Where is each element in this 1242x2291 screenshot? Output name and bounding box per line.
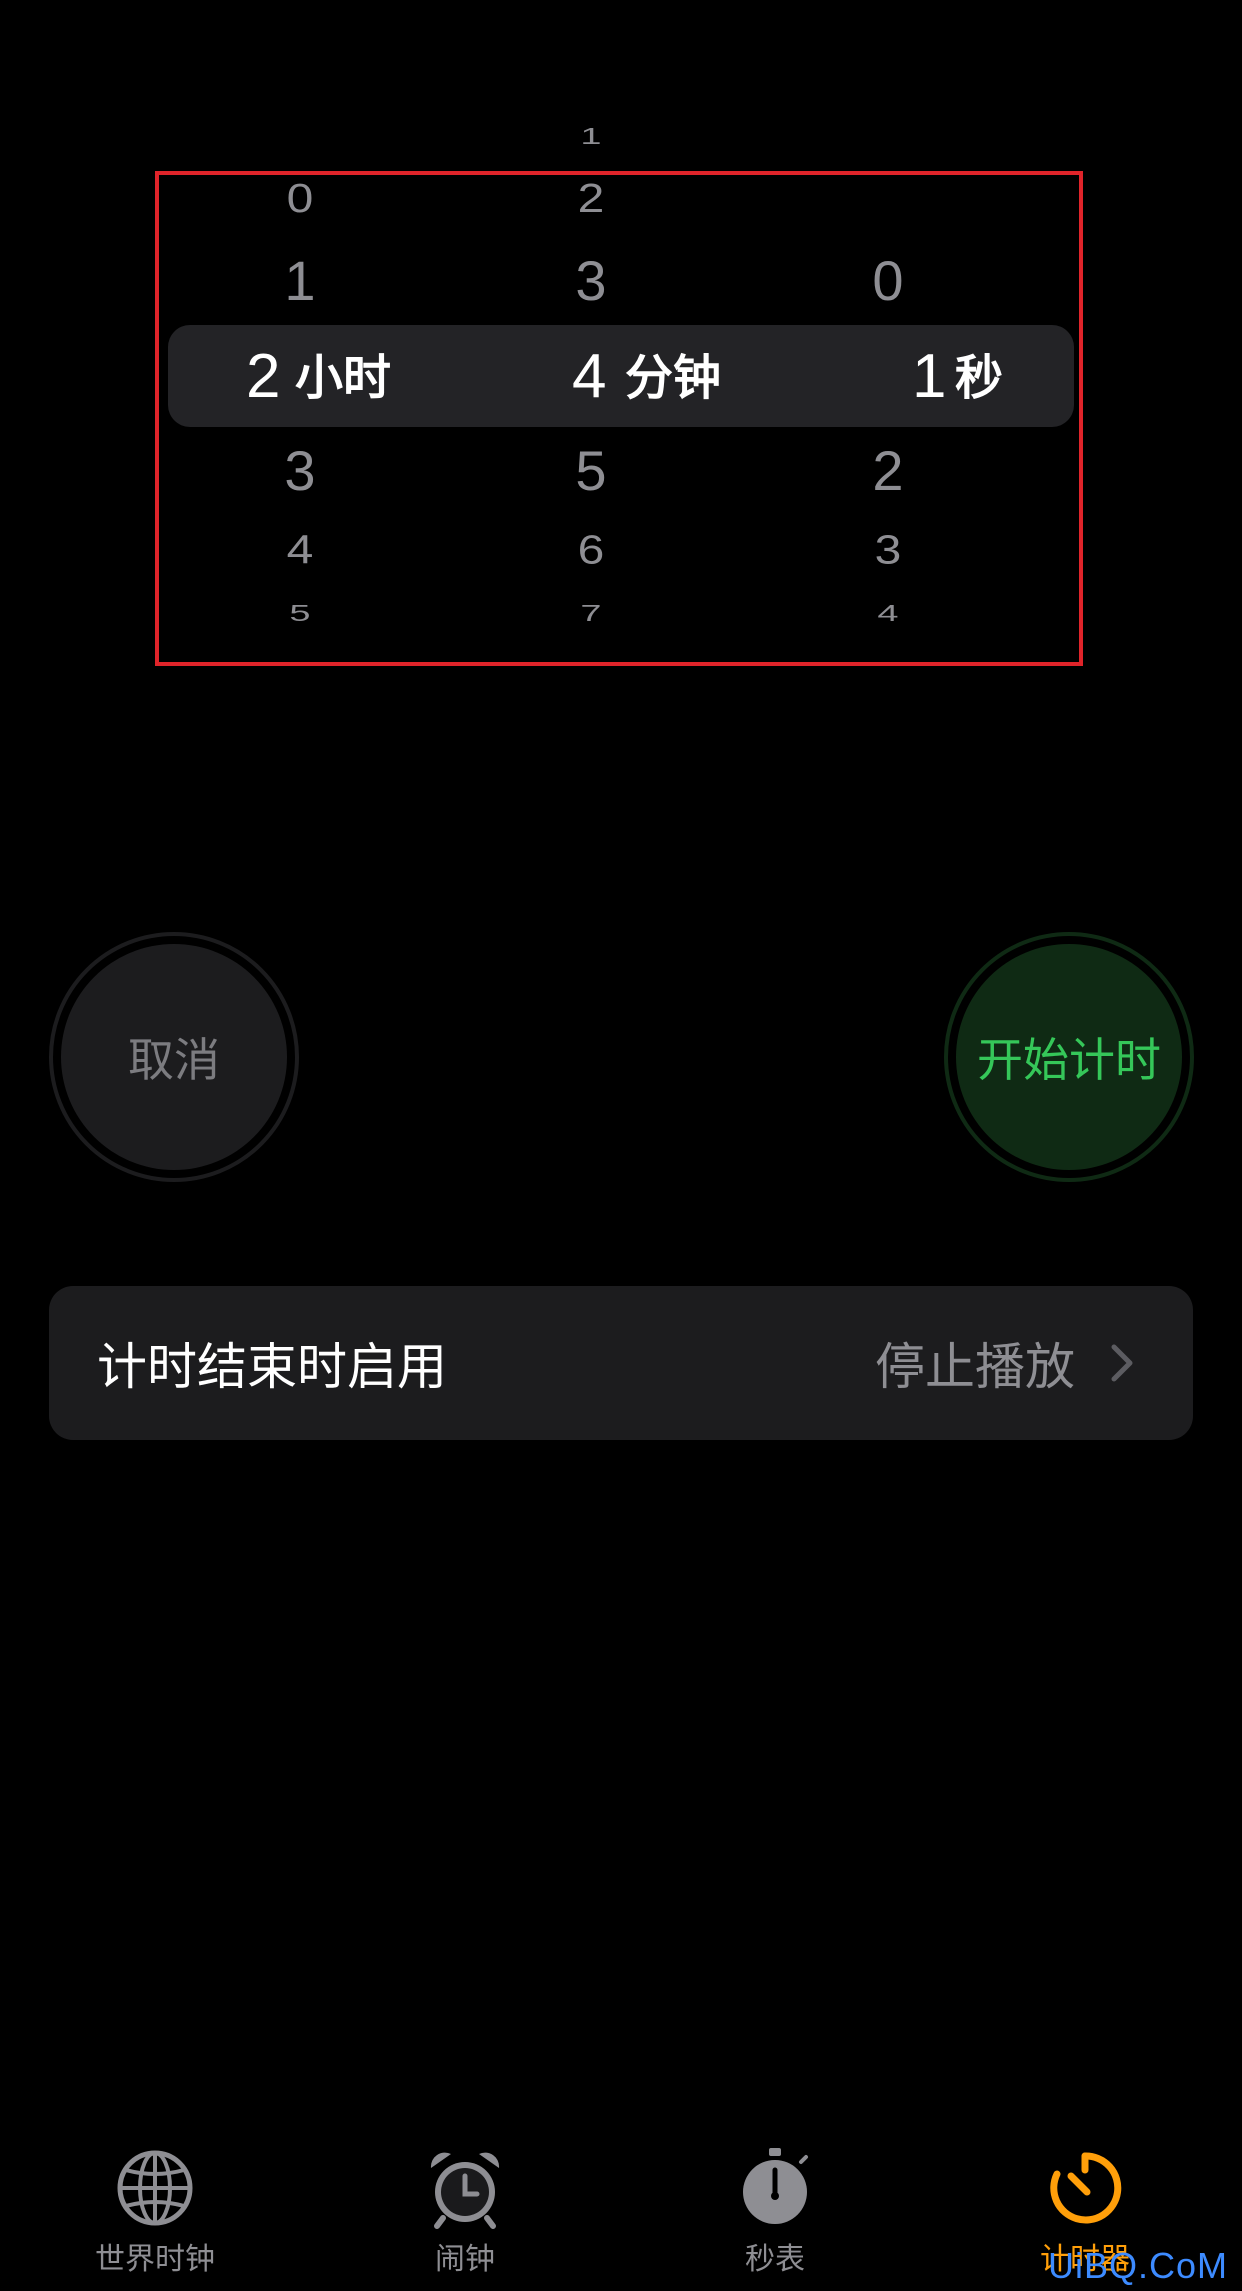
when-timer-ends-row[interactable]: 计时结束时启用 停止播放 <box>49 1286 1193 1440</box>
start-timer-button-label: 开始计时 <box>956 944 1182 1170</box>
chevron-right-icon <box>1111 1344 1133 1382</box>
setting-label: 计时结束时启用 <box>97 1338 447 1396</box>
timer-icon <box>1050 2152 1122 2224</box>
cancel-button[interactable]: 取消 <box>49 932 299 1182</box>
tab-label: 世界时钟 <box>95 2242 215 2277</box>
picker-highlight-frame <box>155 171 1083 666</box>
start-timer-button[interactable]: 开始计时 <box>944 932 1194 1182</box>
stopwatch-icon <box>743 2148 808 2224</box>
minutes-option[interactable]: 1 <box>491 126 691 149</box>
tab-alarm[interactable]: 闹钟 <box>365 2140 565 2277</box>
setting-value: 停止播放 <box>875 1338 1075 1396</box>
cancel-button-label: 取消 <box>61 944 287 1170</box>
tab-world-clock[interactable]: 世界时钟 <box>55 2140 255 2277</box>
watermark: UiBQ.CoM <box>1047 2245 1228 2286</box>
alarm-clock-icon <box>430 2152 500 2229</box>
globe-icon <box>117 2150 193 2226</box>
tab-label: 闹钟 <box>435 2242 495 2277</box>
tab-label: 秒表 <box>745 2242 805 2277</box>
tab-stopwatch[interactable]: 秒表 <box>675 2140 875 2277</box>
